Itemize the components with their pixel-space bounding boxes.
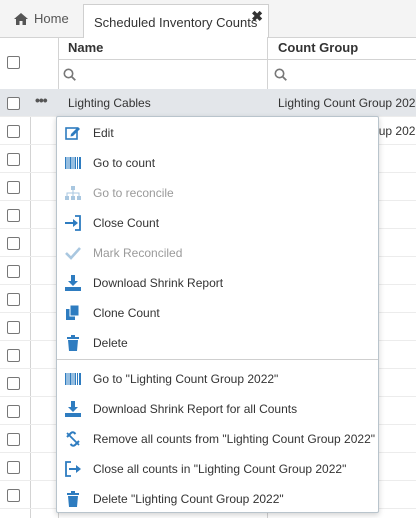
row-checkbox[interactable]	[7, 97, 20, 110]
row-checkbox[interactable]	[7, 405, 20, 418]
row-checkbox[interactable]	[7, 293, 20, 306]
row-checkbox[interactable]	[7, 321, 20, 334]
menu-item-label: Close Count	[93, 216, 160, 230]
menu-item-label: Go to reconcile	[93, 186, 174, 200]
tab-home[interactable]: Home	[0, 0, 83, 37]
cell-count-group: Lighting Count Group 2022	[278, 96, 416, 110]
menu-item-mark-reconciled[interactable]: Mark Reconciled	[57, 238, 378, 268]
copy-icon	[66, 305, 80, 320]
row-checkbox[interactable]	[7, 433, 20, 446]
menu-item-label: Clone Count	[93, 306, 160, 320]
row-checkbox[interactable]	[7, 237, 20, 250]
column-header-name[interactable]: Name	[68, 40, 103, 55]
row-checkbox[interactable]	[7, 153, 20, 166]
context-menu: Edit Go to count Go to reconcile Close C…	[56, 116, 379, 513]
menu-item-close-count[interactable]: Close Count	[57, 208, 378, 238]
menu-item-label: Go to "Lighting Count Group 2022"	[93, 372, 279, 386]
sign-in-icon	[65, 215, 81, 231]
menu-item-label: Delete "Lighting Count Group 2022"	[93, 492, 284, 506]
row-checkbox[interactable]	[7, 461, 20, 474]
cell-name: Lighting Cables	[68, 96, 151, 110]
tab-active-label: Scheduled Inventory Counts	[94, 15, 258, 30]
barcode-icon	[65, 373, 81, 385]
menu-item-download-shrink-report-all[interactable]: Download Shrink Report for all Counts	[57, 394, 378, 424]
edit-icon	[65, 127, 80, 140]
sitemap-icon	[65, 186, 81, 200]
menu-item-go-to-reconcile[interactable]: Go to reconcile	[57, 178, 378, 208]
trash-icon	[67, 335, 79, 351]
row-checkbox[interactable]	[7, 265, 20, 278]
check-icon	[65, 247, 81, 260]
menu-divider	[57, 359, 378, 360]
row-checkbox[interactable]	[7, 377, 20, 390]
menu-item-label: Close all counts in "Lighting Count Grou…	[93, 462, 347, 476]
tab-bar: Home Scheduled Inventory Counts ✖	[0, 0, 416, 38]
menu-item-clone-count[interactable]: Clone Count	[57, 298, 378, 328]
row-checkbox[interactable]	[7, 349, 20, 362]
table-row[interactable]: ••• Lighting Cables Lighting Count Group 2…	[0, 89, 416, 117]
menu-item-label: Delete	[93, 336, 128, 350]
menu-item-remove-all-counts[interactable]: Remove all counts from "Lighting Count G…	[57, 424, 378, 454]
row-checkbox[interactable]	[7, 125, 20, 138]
tab-home-label: Home	[34, 11, 69, 26]
menu-item-edit[interactable]: Edit	[57, 118, 378, 148]
menu-item-label: Remove all counts from "Lighting Count G…	[93, 432, 376, 446]
menu-item-close-all-counts[interactable]: Close all counts in "Lighting Count Grou…	[57, 454, 378, 484]
unlink-icon	[66, 431, 80, 447]
trash-icon	[67, 491, 79, 507]
menu-item-delete-group[interactable]: Delete "Lighting Count Group 2022"	[57, 484, 378, 514]
sign-out-icon	[65, 461, 81, 477]
home-icon	[14, 12, 28, 25]
header-filter-separator	[58, 59, 416, 60]
barcode-icon	[65, 157, 81, 169]
column-header-count-group[interactable]: Count Group	[278, 40, 358, 55]
download-icon	[65, 401, 81, 417]
menu-item-label: Download Shrink Report for all Counts	[93, 402, 298, 416]
menu-item-label: Edit	[93, 126, 114, 140]
menu-item-go-to-group[interactable]: Go to "Lighting Count Group 2022"	[57, 364, 378, 394]
row-checkbox[interactable]	[7, 181, 20, 194]
menu-item-delete[interactable]: Delete	[57, 328, 378, 358]
search-icon[interactable]	[63, 68, 76, 81]
menu-item-label: Go to count	[93, 156, 156, 170]
row-actions-icon[interactable]: •••	[35, 92, 48, 108]
menu-item-download-shrink-report[interactable]: Download Shrink Report	[57, 268, 378, 298]
close-tab-icon[interactable]: ✖	[251, 9, 263, 23]
menu-item-label: Mark Reconciled	[93, 246, 183, 260]
search-icon[interactable]	[274, 68, 287, 81]
row-checkbox[interactable]	[7, 209, 20, 222]
row-checkbox[interactable]	[7, 489, 20, 502]
select-all-checkbox[interactable]	[7, 56, 20, 69]
download-icon	[65, 275, 81, 291]
menu-item-label: Download Shrink Report	[93, 276, 224, 290]
table-header: Name Count Group	[0, 37, 416, 90]
menu-item-go-to-count[interactable]: Go to count	[57, 148, 378, 178]
tab-scheduled-inventory-counts[interactable]: Scheduled Inventory Counts ✖	[83, 4, 269, 38]
